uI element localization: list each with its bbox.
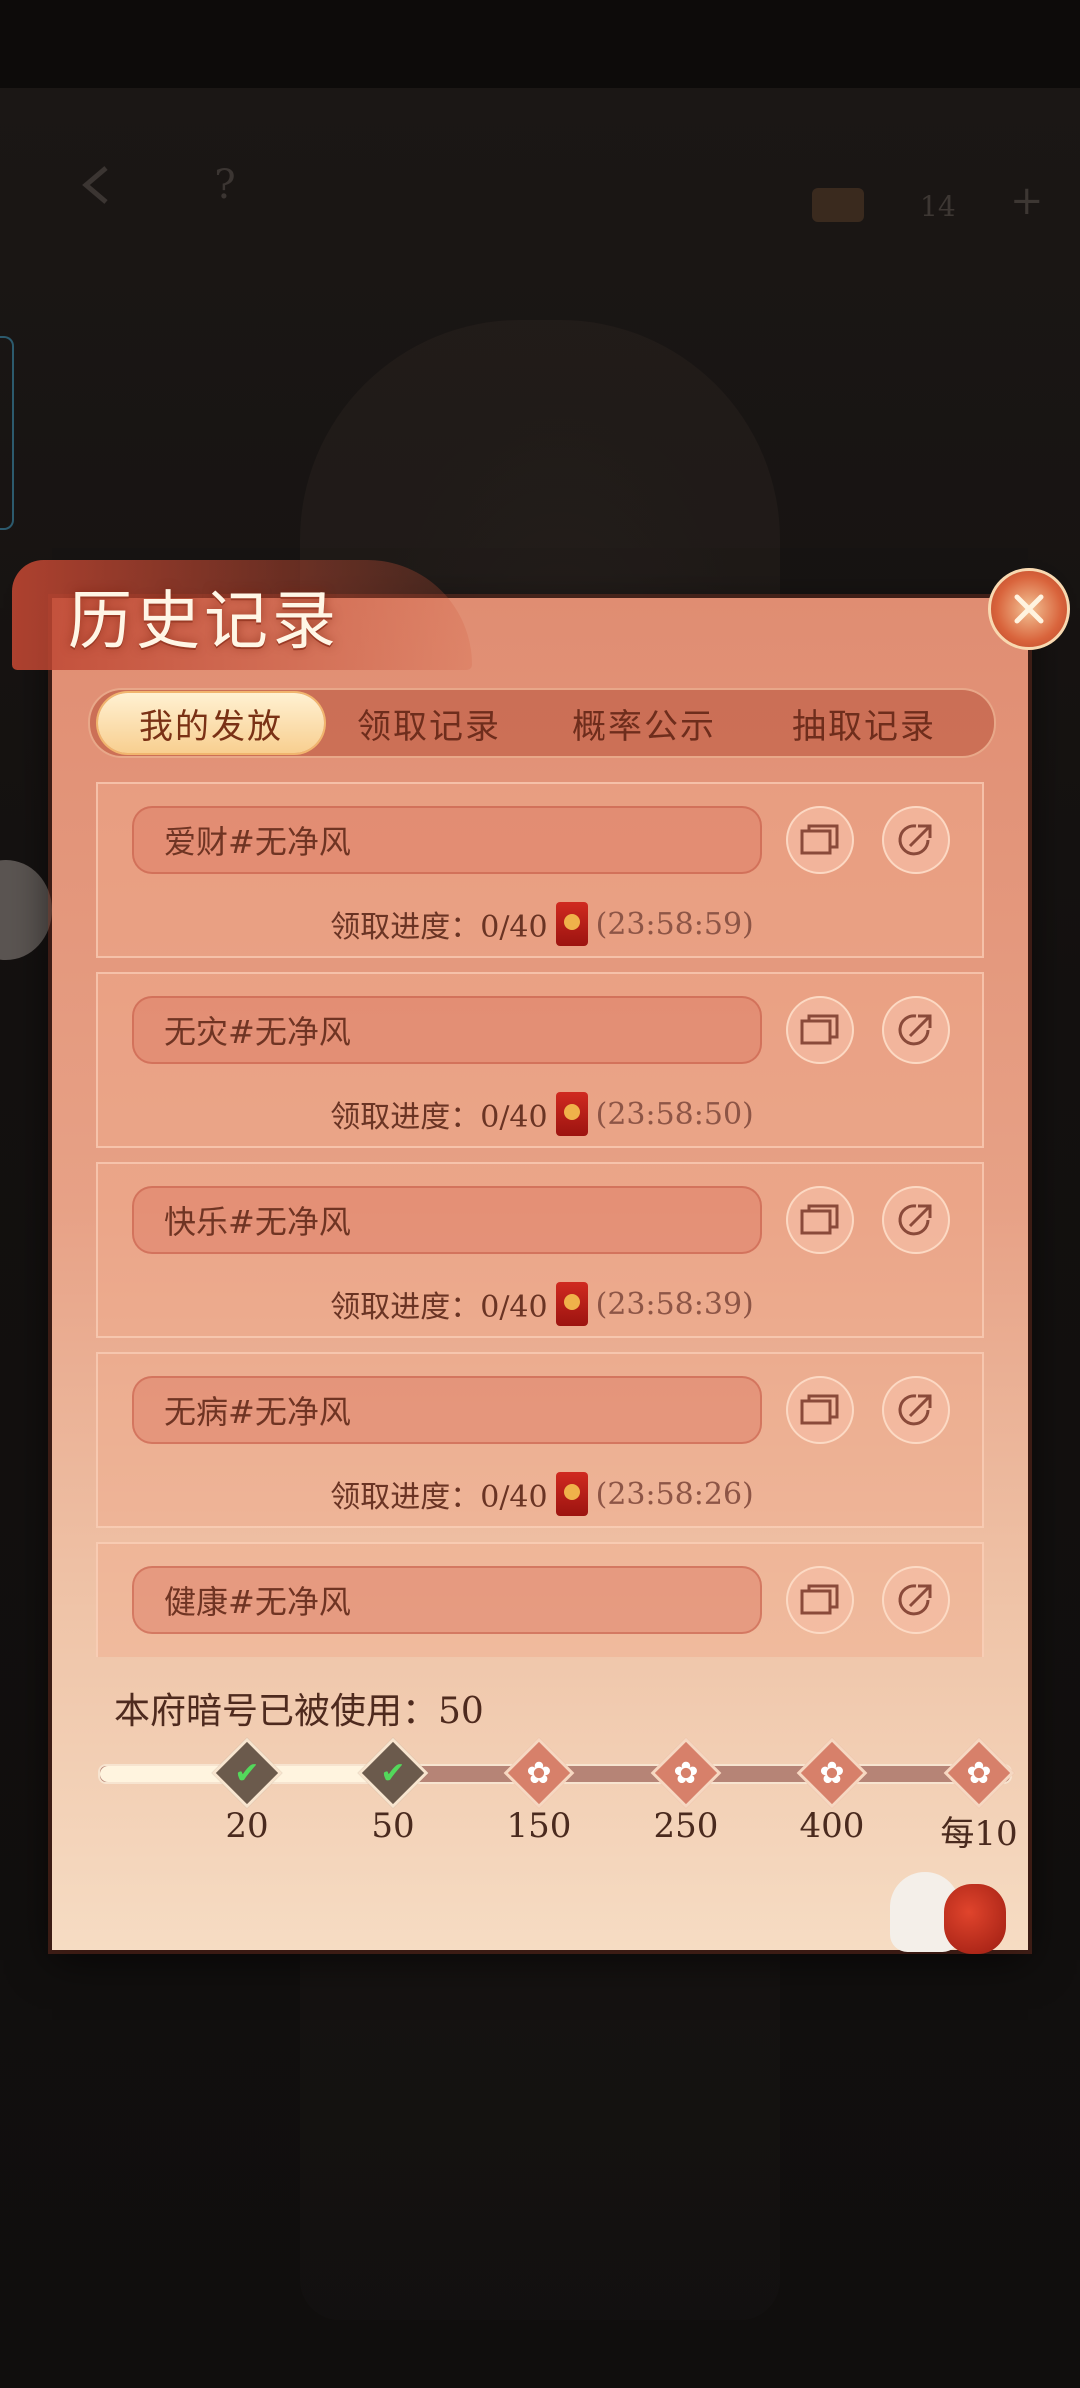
code-text: 快乐#无净风	[164, 1203, 351, 1241]
red-envelope-icon	[555, 1472, 588, 1516]
lucky-bag-icon	[944, 1884, 1006, 1954]
reward-icon: ✿	[966, 1755, 992, 1791]
copy-icon	[800, 824, 839, 855]
claim-progress: 领取进度：0/40 (23:58:50)	[98, 1092, 984, 1136]
resource-count: 14	[920, 190, 956, 223]
tab-label: 我的发放	[139, 706, 283, 747]
red-envelope-icon	[555, 902, 588, 946]
share-icon	[898, 1204, 932, 1236]
tab-my-issued[interactable]: 我的发放	[98, 693, 324, 753]
copy-button[interactable]	[786, 996, 854, 1064]
tab-bar: 我的发放 领取记录 概率公示 抽取记录	[88, 688, 996, 758]
record-list[interactable]: 爱财#无净风 领取进度：0/40 (23:58:59) 无灾#无净风 领取进度：…	[96, 782, 984, 1657]
copy-icon	[800, 1204, 839, 1235]
share-button[interactable]	[882, 996, 950, 1064]
checkmark-icon: ✔	[234, 1755, 260, 1791]
milestone-label: 400	[799, 1806, 865, 1846]
treasure-chest-icon	[812, 188, 864, 222]
panel-title: 历史记录	[68, 585, 340, 659]
progress-text: 领取进度：0/40	[330, 1290, 548, 1325]
add-resource-button[interactable]: +	[1010, 178, 1044, 224]
code-field: 健康#无净风	[132, 1566, 762, 1634]
milestone-label: 150	[506, 1806, 572, 1846]
record-card: 健康#无净风	[96, 1542, 984, 1657]
share-icon	[898, 1014, 932, 1046]
checkmark-icon: ✔	[380, 1755, 406, 1791]
milestone-label: 50	[371, 1806, 415, 1846]
close-icon	[1014, 594, 1044, 624]
code-text: 无灾#无净风	[164, 1013, 351, 1051]
close-button[interactable]	[988, 568, 1070, 650]
claim-progress: 领取进度：0/40 (23:58:39)	[98, 1282, 984, 1326]
tab-draw-records[interactable]: 抽取记录	[754, 693, 974, 753]
progress-text: 领取进度：0/40	[330, 910, 548, 945]
countdown-timer: (23:58:59)	[595, 906, 754, 942]
claim-progress: 领取进度：0/40 (23:58:59)	[98, 902, 984, 946]
help-button[interactable]: ?	[190, 150, 260, 220]
share-button[interactable]	[882, 1566, 950, 1634]
share-button[interactable]	[882, 1376, 950, 1444]
record-card: 无病#无净风 领取进度：0/40 (23:58:26)	[96, 1352, 984, 1528]
code-usage-count: 本府暗号已被使用：50	[114, 1691, 484, 1732]
claim-progress: 领取进度：0/40 (23:58:26)	[98, 1472, 984, 1516]
back-button[interactable]	[64, 150, 134, 220]
milestone-label: 20	[225, 1806, 269, 1846]
copy-button[interactable]	[786, 1186, 854, 1254]
record-card: 爱财#无净风 领取进度：0/40 (23:58:59)	[96, 782, 984, 958]
code-field: 快乐#无净风	[132, 1186, 762, 1254]
progress-text: 领取进度：0/40	[330, 1480, 548, 1515]
record-card: 快乐#无净风 领取进度：0/40 (23:58:39)	[96, 1162, 984, 1338]
share-button[interactable]	[882, 1186, 950, 1254]
code-text: 无病#无净风	[164, 1393, 351, 1431]
copy-icon	[800, 1014, 839, 1045]
tab-label: 抽取记录	[792, 706, 936, 747]
red-envelope-icon	[555, 1282, 588, 1326]
share-icon	[898, 1584, 932, 1616]
reward-icon: ✿	[819, 1755, 845, 1791]
copy-icon	[800, 1394, 839, 1425]
red-envelope-icon	[555, 1092, 588, 1136]
tab-probability[interactable]: 概率公示	[534, 693, 754, 753]
game-screen: ? 14 + 历史记录 我的发放 领取记录 概率公示 抽取记录 爱财#无净风 领…	[0, 0, 1080, 2388]
copy-icon	[800, 1584, 839, 1615]
tab-claim-records[interactable]: 领取记录	[324, 693, 534, 753]
code-text: 爱财#无净风	[164, 823, 351, 861]
countdown-timer: (23:58:26)	[595, 1476, 754, 1512]
copy-button[interactable]	[786, 806, 854, 874]
code-text: 健康#无净风	[164, 1583, 351, 1621]
reward-icon: ✿	[526, 1755, 552, 1791]
copy-button[interactable]	[786, 1566, 854, 1634]
share-icon	[898, 824, 932, 856]
code-field: 爱财#无净风	[132, 806, 762, 874]
record-card: 无灾#无净风 领取进度：0/40 (23:58:50)	[96, 972, 984, 1148]
countdown-timer: (23:58:50)	[595, 1096, 754, 1132]
code-field: 无病#无净风	[132, 1376, 762, 1444]
milestone-label: 250	[653, 1806, 719, 1846]
milestone-label: 每10	[940, 1814, 1018, 1854]
tab-label: 领取记录	[357, 706, 501, 747]
tab-label: 概率公示	[572, 706, 716, 747]
copy-button[interactable]	[786, 1376, 854, 1444]
share-button[interactable]	[882, 806, 950, 874]
reward-icon: ✿	[673, 1755, 699, 1791]
progress-text: 领取进度：0/40	[330, 1100, 548, 1135]
countdown-timer: (23:58:39)	[595, 1286, 754, 1322]
help-label: ?	[214, 162, 236, 208]
code-field: 无灾#无净风	[132, 996, 762, 1064]
back-arrow-icon	[82, 166, 108, 204]
side-panel-edge	[0, 336, 14, 530]
share-icon	[898, 1394, 932, 1426]
